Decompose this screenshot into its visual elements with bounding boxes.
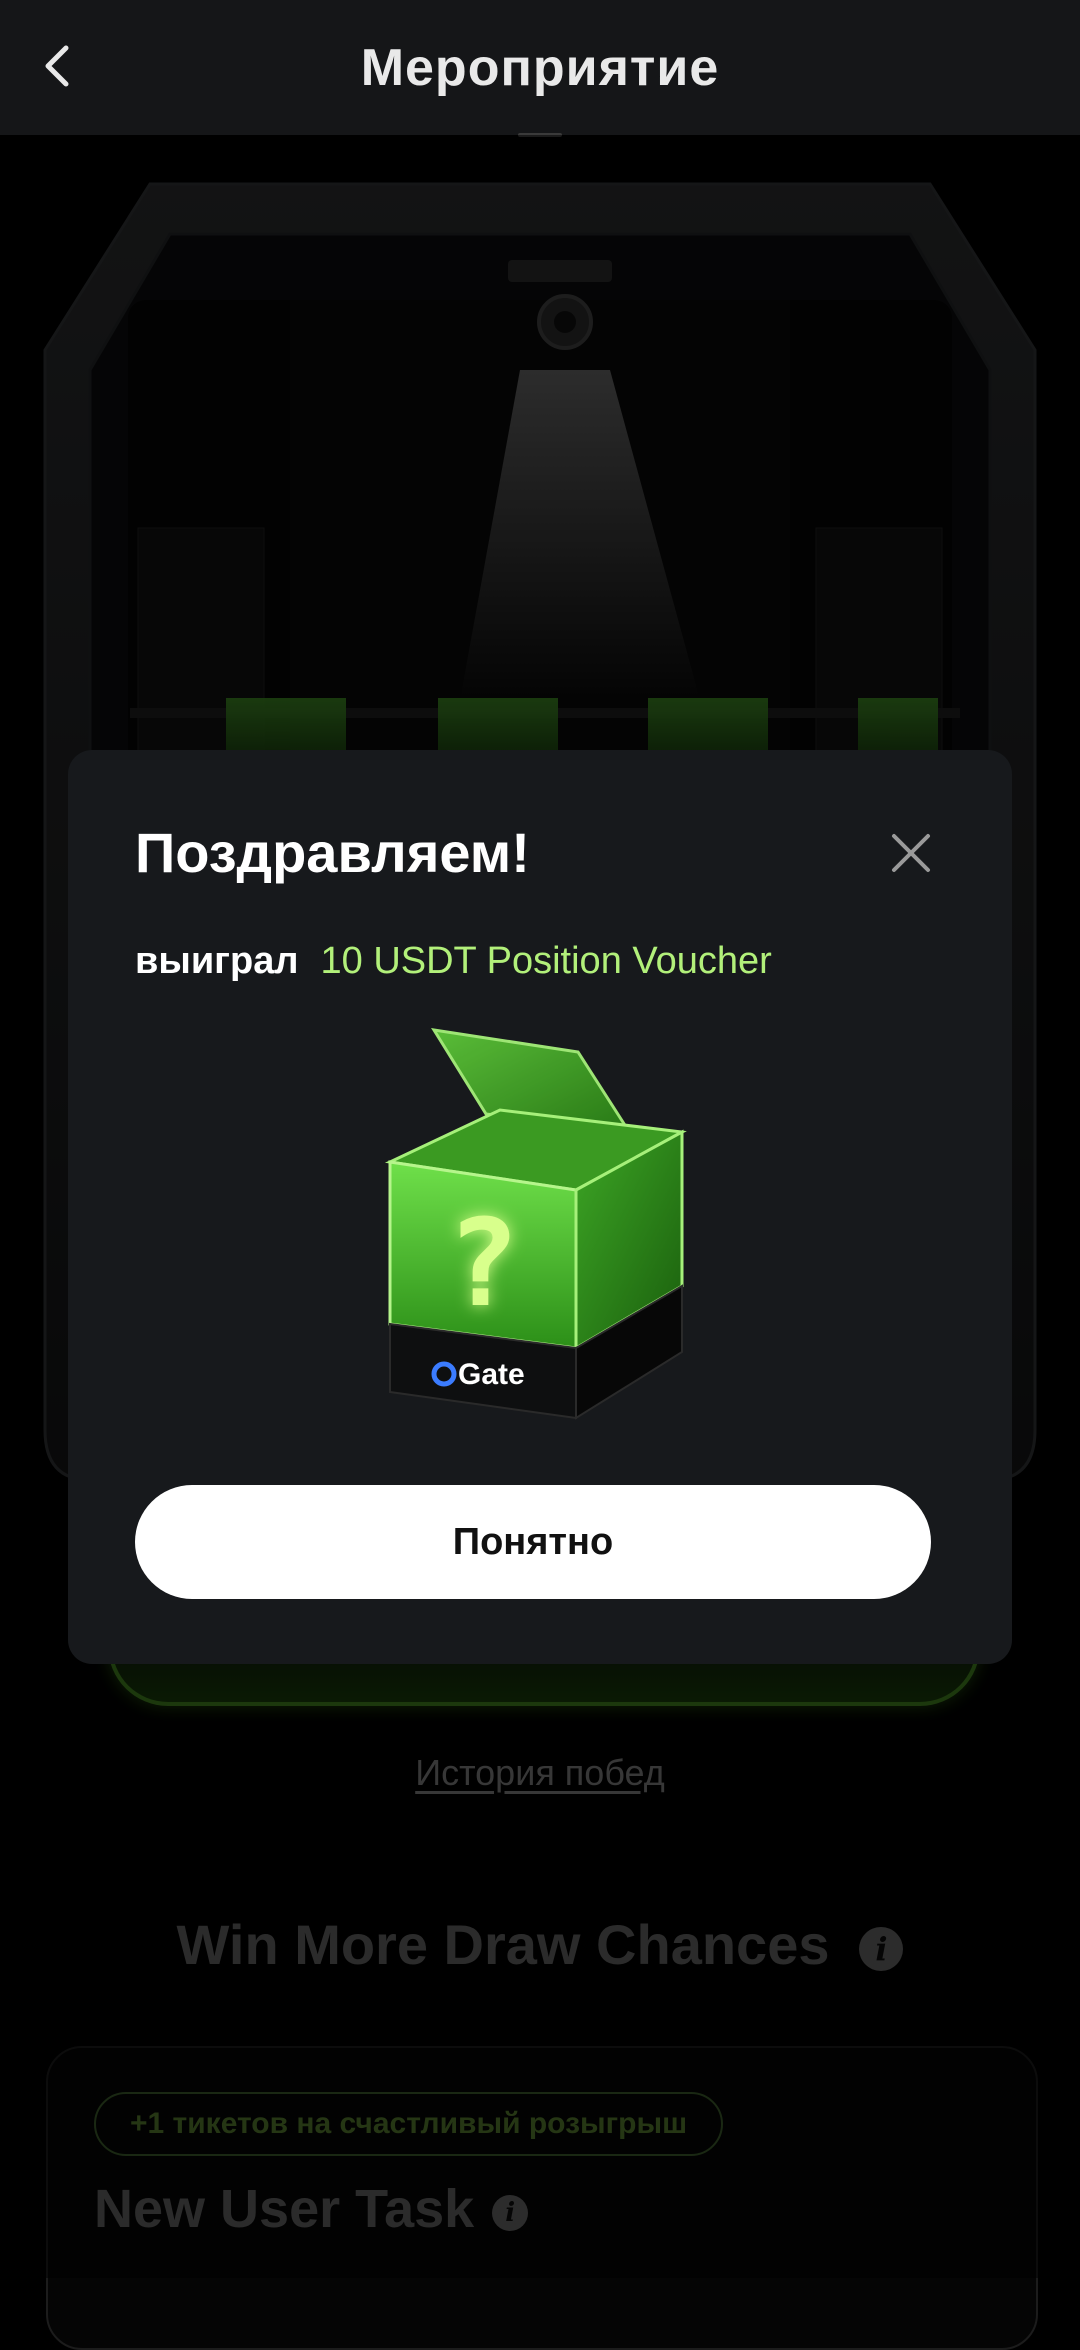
section-title: Win More Draw Chances i	[0, 1912, 1080, 1977]
info-icon[interactable]: i	[859, 1927, 904, 1972]
close-button[interactable]	[884, 826, 938, 880]
page-title: Мероприятие	[360, 38, 720, 97]
task-card: +1 тикетов на счастливый розыгрыш New Us…	[46, 2046, 1038, 2350]
mystery-box-image: ? Gate	[384, 1028, 687, 1420]
task-title: New User Task i	[94, 2178, 529, 2240]
prize-value: 10 USDT Position Voucher	[320, 940, 772, 982]
confirm-button[interactable]: Понятно	[135, 1485, 931, 1599]
chevron-left-icon	[45, 45, 69, 87]
win-history-link[interactable]: История побед	[0, 1752, 1080, 1794]
prize-dialog: Поздравляем! выиграл 10 USDT Position Vou…	[68, 750, 1012, 1664]
prize-line: выиграл 10 USDT Position Voucher	[135, 940, 772, 983]
prize-label: выиграл	[135, 940, 299, 982]
top-bar: Мероприятие	[0, 0, 1080, 137]
task-info-icon[interactable]: i	[492, 2194, 529, 2231]
scroll-indicator	[518, 133, 562, 137]
question-mark-glyph: ?	[447, 1195, 519, 1334]
dialog-title: Поздравляем!	[135, 821, 530, 884]
ticket-badge: +1 тикетов на счастливый розыгрыш	[94, 2092, 724, 2156]
back-button[interactable]	[38, 40, 78, 92]
gate-logo-text: Gate	[458, 1358, 525, 1391]
close-icon	[892, 834, 930, 872]
